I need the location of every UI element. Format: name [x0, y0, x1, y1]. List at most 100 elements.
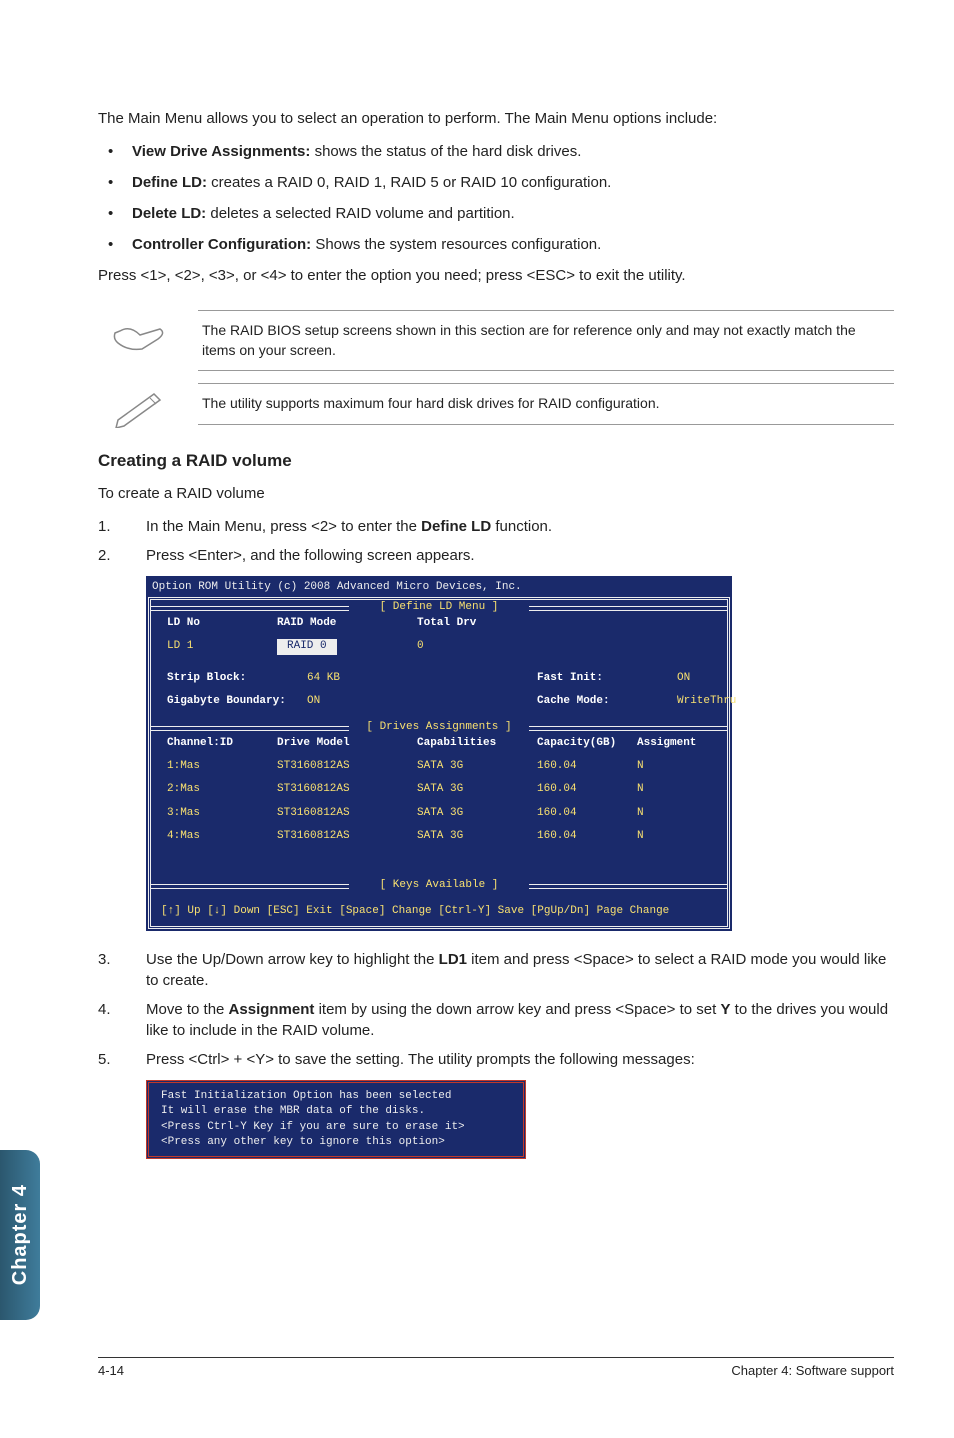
step-item: 1. In the Main Menu, press <2> to enter …: [98, 516, 894, 537]
steps-list: 1. In the Main Menu, press <2> to enter …: [98, 516, 894, 566]
bullet-item: Delete LD: deletes a selected RAID volum…: [98, 203, 894, 224]
bios-drive-cap: SATA 3G: [417, 759, 537, 774]
bios-section-label: [ Define LD Menu ]: [151, 600, 727, 612]
bios-gb-val: ON: [307, 694, 417, 709]
step-text: Use the Up/Down arrow key to highlight t…: [146, 951, 439, 968]
bullet-rest: creates a RAID 0, RAID 1, RAID 5 or RAID…: [207, 174, 611, 191]
section-heading: Creating a RAID volume: [98, 449, 894, 473]
step-text: Press <Enter>, and the following screen …: [146, 547, 475, 564]
bullet-item: View Drive Assignments: shows the status…: [98, 141, 894, 162]
bios-title: Option ROM Utility (c) 2008 Advanced Mic…: [148, 578, 730, 597]
step-number: 3.: [98, 949, 111, 970]
step-text: In the Main Menu, press <2> to enter the: [146, 518, 421, 535]
step-bold: Y: [720, 1001, 730, 1018]
bios-gb-label: Gigabyte Boundary:: [167, 694, 307, 709]
bios-param-row: Gigabyte Boundary: ON Cache Mode: WriteT…: [151, 690, 727, 713]
bios-drive-model: ST3160812AS: [277, 759, 417, 774]
warning-line: Fast Initialization Option has been sele…: [161, 1089, 511, 1104]
step-bold: Assignment: [229, 1001, 315, 1018]
bios-drive-model: ST3160812AS: [277, 782, 417, 797]
bullet-rest: Shows the system resources configuration…: [311, 236, 601, 253]
chapter-side-tab: Chapter 4: [0, 1150, 40, 1320]
footer-page-number: 4-14: [98, 1363, 124, 1378]
bios-drive-cap: SATA 3G: [417, 806, 537, 821]
bios-section-label: [ Drives Assignments ]: [151, 720, 727, 732]
page-footer: 4-14 Chapter 4: Software support: [98, 1357, 894, 1378]
bios-drive-row: 4:Mas ST3160812AS SATA 3G 160.04 N: [151, 825, 727, 848]
step-text: Press <Ctrl> + <Y> to save the setting. …: [146, 1051, 695, 1068]
step-text: Move to the: [146, 1001, 229, 1018]
bios-strip-val: 64 KB: [307, 671, 417, 686]
bios-ld-row: LD 1 RAID 0 0: [151, 635, 727, 658]
bios-drive-assign: N: [637, 759, 711, 774]
bios-screen: Option ROM Utility (c) 2008 Advanced Mic…: [146, 576, 732, 931]
bullet-bold: Define LD:: [132, 174, 207, 191]
bios-drive-cap: SATA 3G: [417, 829, 537, 844]
step-item: 2. Press <Enter>, and the following scre…: [98, 545, 894, 566]
note-text: The RAID BIOS setup screens shown in thi…: [202, 321, 890, 360]
step-number: 1.: [98, 516, 111, 537]
step-text: function.: [491, 518, 552, 535]
bios-col-raidmode: RAID Mode: [277, 616, 417, 631]
bios-raid-value: RAID 0: [277, 639, 337, 654]
bios-drive-capacity: 160.04: [537, 759, 637, 774]
step-number: 5.: [98, 1049, 111, 1070]
bios-drive-model: ST3160812AS: [277, 806, 417, 821]
warning-box: Fast Initialization Option has been sele…: [146, 1080, 526, 1160]
bullet-rest: shows the status of the hard disk drives…: [310, 143, 581, 160]
page-content: The Main Menu allows you to select an op…: [98, 108, 894, 1159]
bullet-item: Controller Configuration: Shows the syst…: [98, 234, 894, 255]
bios-col-ldno: LD No: [167, 616, 277, 631]
section-subline: To create a RAID volume: [98, 483, 894, 504]
bios-col-totaldrv: Total Drv: [417, 616, 537, 631]
note-block: The utility supports maximum four hard d…: [198, 383, 894, 425]
bios-drives-header: Channel:ID Drive Model Capabilities Capa…: [151, 732, 727, 755]
steps-list-cont: 3. Use the Up/Down arrow key to highligh…: [98, 949, 894, 1070]
bullet-item: Define LD: creates a RAID 0, RAID 1, RAI…: [98, 172, 894, 193]
bullet-rest: deletes a selected RAID volume and parti…: [206, 205, 515, 222]
warning-line: It will erase the MBR data of the disks.: [161, 1104, 511, 1119]
step-bold: LD1: [439, 951, 467, 968]
bios-col-model: Drive Model: [277, 736, 417, 751]
bios-ld-value: LD 1: [167, 639, 277, 654]
bios-drive-row: 2:Mas ST3160812AS SATA 3G 160.04 N: [151, 778, 727, 801]
bios-drive-model: ST3160812AS: [277, 829, 417, 844]
step-item: 5. Press <Ctrl> + <Y> to save the settin…: [98, 1049, 894, 1070]
step-number: 2.: [98, 545, 111, 566]
bullet-list: View Drive Assignments: shows the status…: [98, 141, 894, 255]
bios-drive-row: 1:Mas ST3160812AS SATA 3G 160.04 N: [151, 755, 727, 778]
warning-line: <Press any other key to ignore this opti…: [161, 1135, 511, 1150]
bios-drive-row: 3:Mas ST3160812AS SATA 3G 160.04 N: [151, 802, 727, 825]
bios-label-text: [ Drives Assignments ]: [366, 721, 511, 733]
bios-cache-label: Cache Mode:: [537, 694, 677, 709]
bios-fast-val: ON: [677, 671, 711, 686]
step-item: 4. Move to the Assignment item by using …: [98, 999, 894, 1041]
bios-label-text: [ Keys Available ]: [380, 879, 499, 891]
bios-footer: [↑] Up [↓] Down [ESC] Exit [Space] Chang…: [151, 898, 727, 925]
bios-col-capacity: Capacity(GB): [537, 736, 637, 751]
bios-raid-highlight: RAID 0: [277, 639, 417, 654]
note-text: The utility supports maximum four hard d…: [202, 394, 890, 414]
step-number: 4.: [98, 999, 111, 1020]
bios-cache-val: WriteThru: [677, 694, 736, 709]
bios-drive-ch: 2:Mas: [167, 782, 277, 797]
step-item: 3. Use the Up/Down arrow key to highligh…: [98, 949, 894, 991]
bios-drive-ch: 3:Mas: [167, 806, 277, 821]
note-block: The RAID BIOS setup screens shown in thi…: [198, 310, 894, 371]
bullet-bold: Controller Configuration:: [132, 236, 311, 253]
side-tab-label: Chapter 4: [9, 1184, 32, 1285]
bios-drive-capacity: 160.04: [537, 829, 637, 844]
bios-drive-capacity: 160.04: [537, 782, 637, 797]
bios-drive-assign: N: [637, 829, 711, 844]
hand-pointing-icon: [110, 315, 170, 355]
pencil-icon: [110, 388, 170, 428]
bios-total-value: 0: [417, 639, 537, 654]
warning-line: <Press Ctrl-Y Key if you are sure to era…: [161, 1120, 511, 1135]
bios-col-cap: Capabilities: [417, 736, 537, 751]
bios-drive-assign: N: [637, 806, 711, 821]
bios-drive-cap: SATA 3G: [417, 782, 537, 797]
step-bold: Define LD: [421, 518, 491, 535]
bios-header-row: LD No RAID Mode Total Drv: [151, 612, 727, 635]
bios-col-channel: Channel:ID: [167, 736, 277, 751]
bullet-bold: Delete LD:: [132, 205, 206, 222]
